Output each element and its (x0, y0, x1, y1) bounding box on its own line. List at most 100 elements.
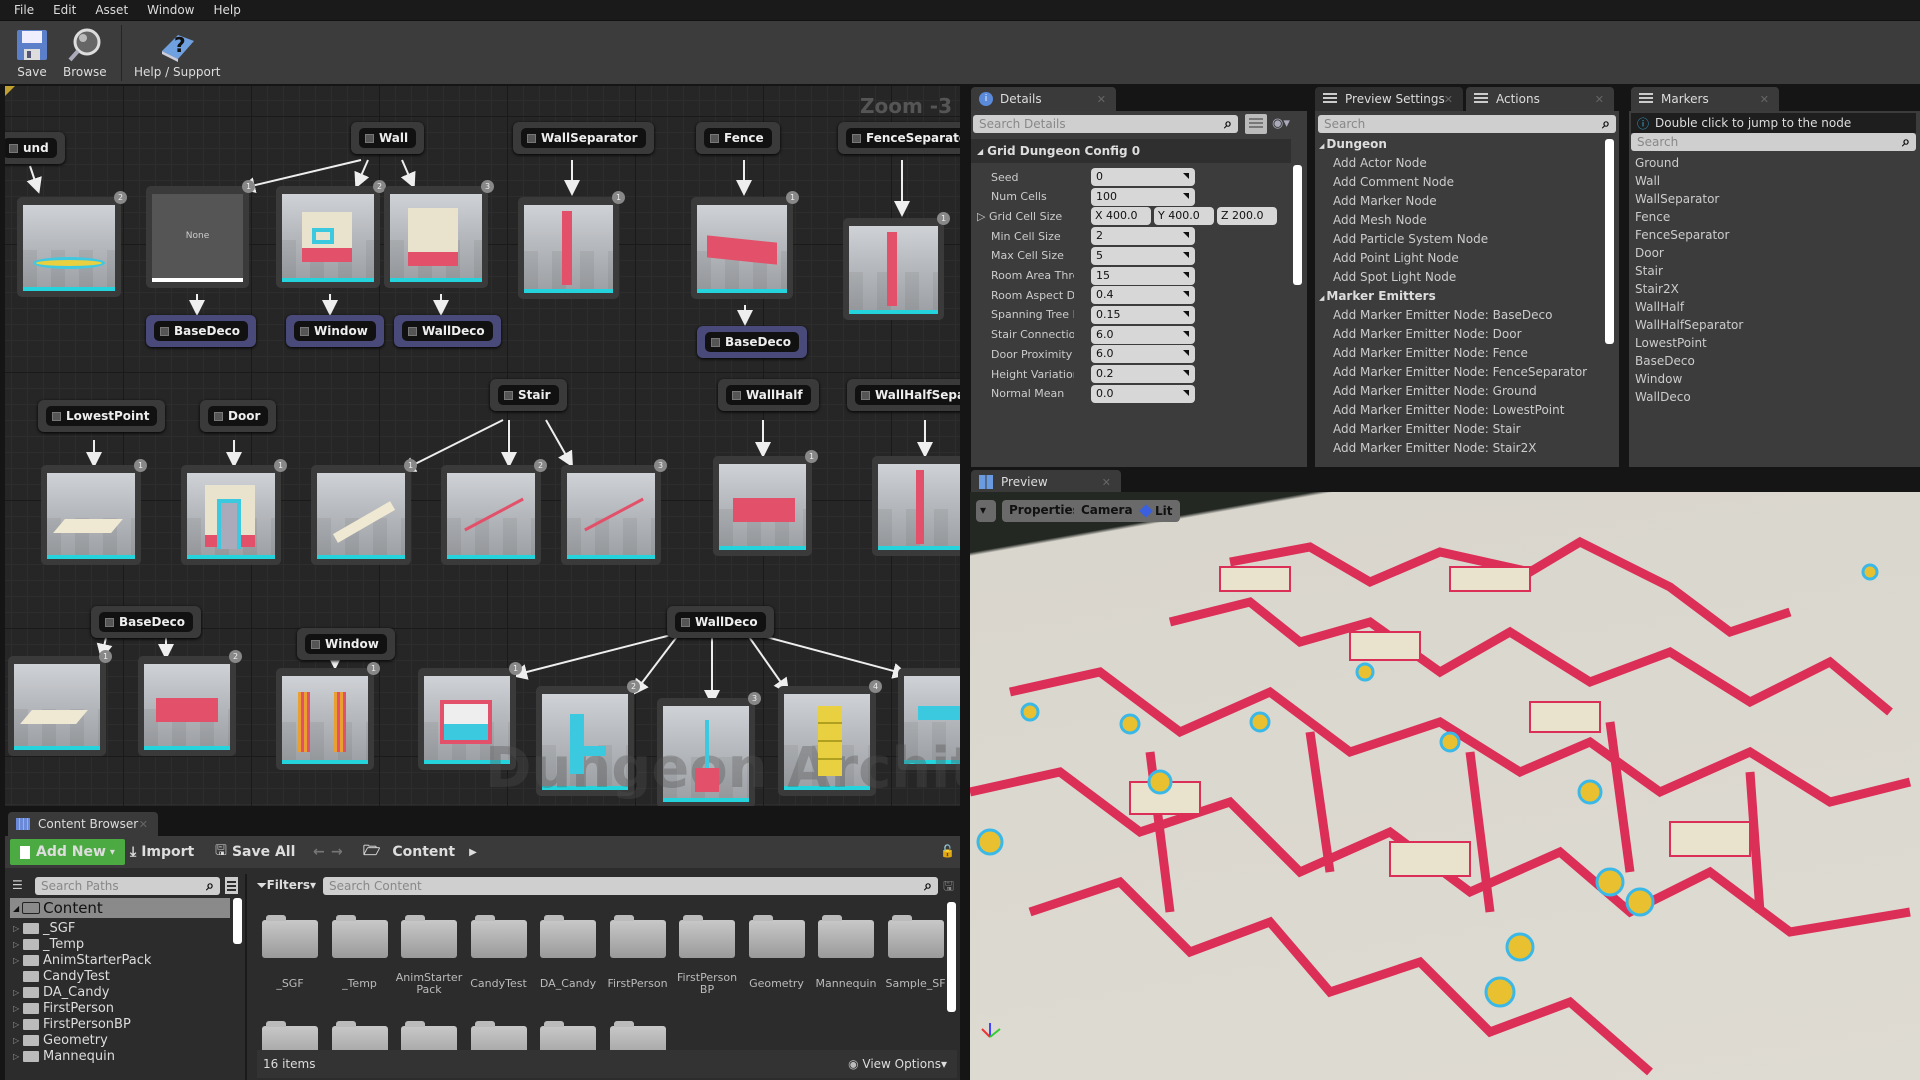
close-tab-icon[interactable]: ✕ (1097, 93, 1106, 106)
close-tab-icon[interactable]: ✕ (1102, 476, 1111, 489)
tree-folder-item[interactable]: CandyTest (13, 968, 110, 984)
action-category[interactable]: ◢ Dungeon (1319, 135, 1609, 154)
property-value-field[interactable]: 100 (1091, 187, 1195, 206)
details-search-input[interactable]: Search Details ⌕ (973, 115, 1238, 133)
add-new-button[interactable]: Add New ▾ (10, 839, 125, 865)
tab-content-browser[interactable]: Content Browser ✕ (8, 812, 158, 836)
visual-node-railing-2[interactable]: 3 (561, 459, 667, 565)
action-item[interactable]: Add Mesh Node (1319, 211, 1609, 230)
marker-item[interactable]: Wall (1635, 172, 1915, 190)
marker-node-walldeco[interactable]: WallDeco (667, 606, 774, 638)
marker-node-wallhalfseparator[interactable]: WallHalfSeparat (847, 379, 960, 411)
marker-item[interactable]: WallSeparator (1635, 190, 1915, 208)
action-item[interactable]: Add Marker Emitter Node: FenceSeparator (1319, 363, 1609, 382)
folder-tile[interactable] (609, 915, 666, 958)
tree-folder-item[interactable]: ▷ Geometry (13, 1032, 108, 1048)
marker-item[interactable]: Stair2X (1635, 280, 1915, 298)
visual-node-curtain[interactable]: 1 (276, 662, 380, 770)
action-item[interactable]: Add Marker Emitter Node: Ground (1319, 382, 1609, 401)
graph-editor[interactable]: Zoom -3 und Wall WallSeparator Fence Fen… (5, 86, 960, 806)
visual-node-fence[interactable]: 1 (691, 191, 799, 299)
close-tab-icon[interactable]: ✕ (1444, 93, 1453, 106)
marker-node-basedeco[interactable]: BaseDeco (91, 606, 201, 638)
marker-item[interactable]: BaseDeco (1635, 352, 1915, 370)
tab-markers[interactable]: Markers ✕ (1631, 87, 1779, 111)
marker-node-stair[interactable]: Stair (490, 379, 567, 411)
tab-preview[interactable]: Preview ✕ (971, 470, 1121, 494)
visual-node-wallhalfseparator[interactable]: 1 (872, 456, 960, 556)
section-header[interactable]: ◢ Grid Dungeon Config 0 (971, 139, 1291, 163)
marker-item[interactable]: Window (1635, 370, 1915, 388)
actions-scrollbar[interactable] (1605, 139, 1614, 344)
action-item[interactable]: Add Particle System Node (1319, 230, 1609, 249)
marker-node-wall[interactable]: Wall (351, 122, 425, 154)
tab-preview-settings[interactable]: Preview Settings ✕ (1315, 87, 1463, 111)
visual-node-lowestpoint[interactable]: 1 (41, 459, 147, 565)
emitter-node-window[interactable]: Window (286, 315, 384, 347)
visual-node-block-deco[interactable]: 2 (138, 650, 242, 756)
expand-triangle-icon[interactable]: ▷ (13, 924, 23, 933)
camera-button[interactable]: Camera (1074, 500, 1140, 522)
path-view-options-icon[interactable] (225, 877, 238, 894)
property-value-field[interactable]: 6.0 (1091, 345, 1195, 364)
marker-item[interactable]: LowestPoint (1635, 334, 1915, 352)
property-value-field[interactable]: 0.0 (1091, 384, 1195, 403)
action-item[interactable]: Add Comment Node (1319, 173, 1609, 192)
visual-node-stair[interactable]: 1 (311, 459, 417, 565)
visual-node-wallseparator[interactable]: 1 (518, 191, 625, 299)
folder-tile[interactable] (262, 915, 318, 958)
marker-item[interactable]: WallHalf (1635, 298, 1915, 316)
action-item[interactable]: Add Marker Emitter Node: LowestPoint (1319, 401, 1609, 420)
visual-node-floor-deco[interactable]: 1 (8, 650, 112, 756)
save-button[interactable]: Save (12, 25, 52, 79)
folder-tile[interactable] (887, 915, 944, 958)
asset-grid-scrollbar[interactable] (947, 902, 956, 1012)
history-forward-button[interactable]: → (331, 839, 343, 865)
view-options-button[interactable]: ◉ View Options▾ (848, 1057, 947, 1071)
property-value-field[interactable]: 6.0 (1091, 325, 1195, 344)
action-item[interactable]: Add Spot Light Node (1319, 268, 1609, 287)
visual-node-wall[interactable]: 3 (384, 180, 494, 288)
tree-root-content[interactable]: ◢ Content (10, 898, 230, 918)
marker-node-lowestpoint[interactable]: LowestPoint (38, 400, 166, 432)
action-item[interactable]: Add Marker Emitter Node: BaseDeco (1319, 306, 1609, 325)
visual-node-ground[interactable]: 2 (17, 191, 127, 297)
grid-cell-size-x-field[interactable]: X 400.0 (1091, 207, 1151, 226)
search-content-input[interactable]: Search Content ⌕ (323, 877, 938, 895)
tree-folder-item[interactable]: ▷ AnimStarterPack (13, 952, 151, 968)
expand-triangle-icon[interactable]: ▷ (13, 1052, 23, 1061)
visibility-eye-icon[interactable]: ◉▾ (1272, 116, 1290, 131)
expand-triangle-icon[interactable]: ▷ (13, 988, 23, 997)
details-scrollbar[interactable] (1293, 165, 1302, 285)
search-paths-input[interactable]: Search Paths ⌕ (35, 877, 220, 895)
property-value-field[interactable]: 0 (1091, 168, 1195, 186)
viewport-options-button[interactable]: ▾ (976, 500, 996, 522)
visual-node-door[interactable]: 1 (181, 459, 287, 565)
tab-actions[interactable]: Actions ✕ (1466, 87, 1614, 111)
close-tab-icon[interactable]: ✕ (1595, 93, 1604, 106)
markers-search-input[interactable]: Search ⌕ (1631, 133, 1916, 151)
lit-button[interactable]: Lit (1133, 500, 1180, 522)
splitter[interactable] (245, 874, 247, 1080)
marker-node-fence[interactable]: Fence (696, 122, 780, 154)
marker-item[interactable]: Stair (1635, 262, 1915, 280)
marker-item[interactable]: FenceSeparator (1635, 226, 1915, 244)
marker-item[interactable]: Door (1635, 244, 1915, 262)
folder-tile[interactable] (818, 915, 874, 958)
property-value-field[interactable]: 0.2 (1091, 365, 1195, 383)
tree-folder-item[interactable]: ▷ Mannequin (13, 1048, 115, 1064)
actions-search-input[interactable]: Search ⌕ (1318, 115, 1616, 133)
expand-triangle-icon[interactable]: ▷ (13, 1004, 23, 1013)
close-tab-icon[interactable]: ✕ (1760, 93, 1769, 106)
menu-help[interactable]: Help (213, 3, 240, 17)
lock-icon[interactable]: 🔓 (940, 844, 955, 858)
folder-tile[interactable] (540, 915, 596, 958)
save-all-button[interactable]: 🖫 Save All (215, 839, 295, 865)
action-item[interactable]: Add Marker Emitter Node: Stair2X (1319, 439, 1609, 458)
property-value-field[interactable]: 2 (1091, 227, 1195, 246)
expand-triangle-icon[interactable]: ▷ (13, 1036, 23, 1045)
visual-node-fenceseparator[interactable]: 1 (843, 212, 950, 320)
action-item[interactable]: Add Marker Node (1319, 192, 1609, 211)
folder-tile[interactable] (470, 915, 527, 958)
folder-tile[interactable] (331, 915, 388, 958)
